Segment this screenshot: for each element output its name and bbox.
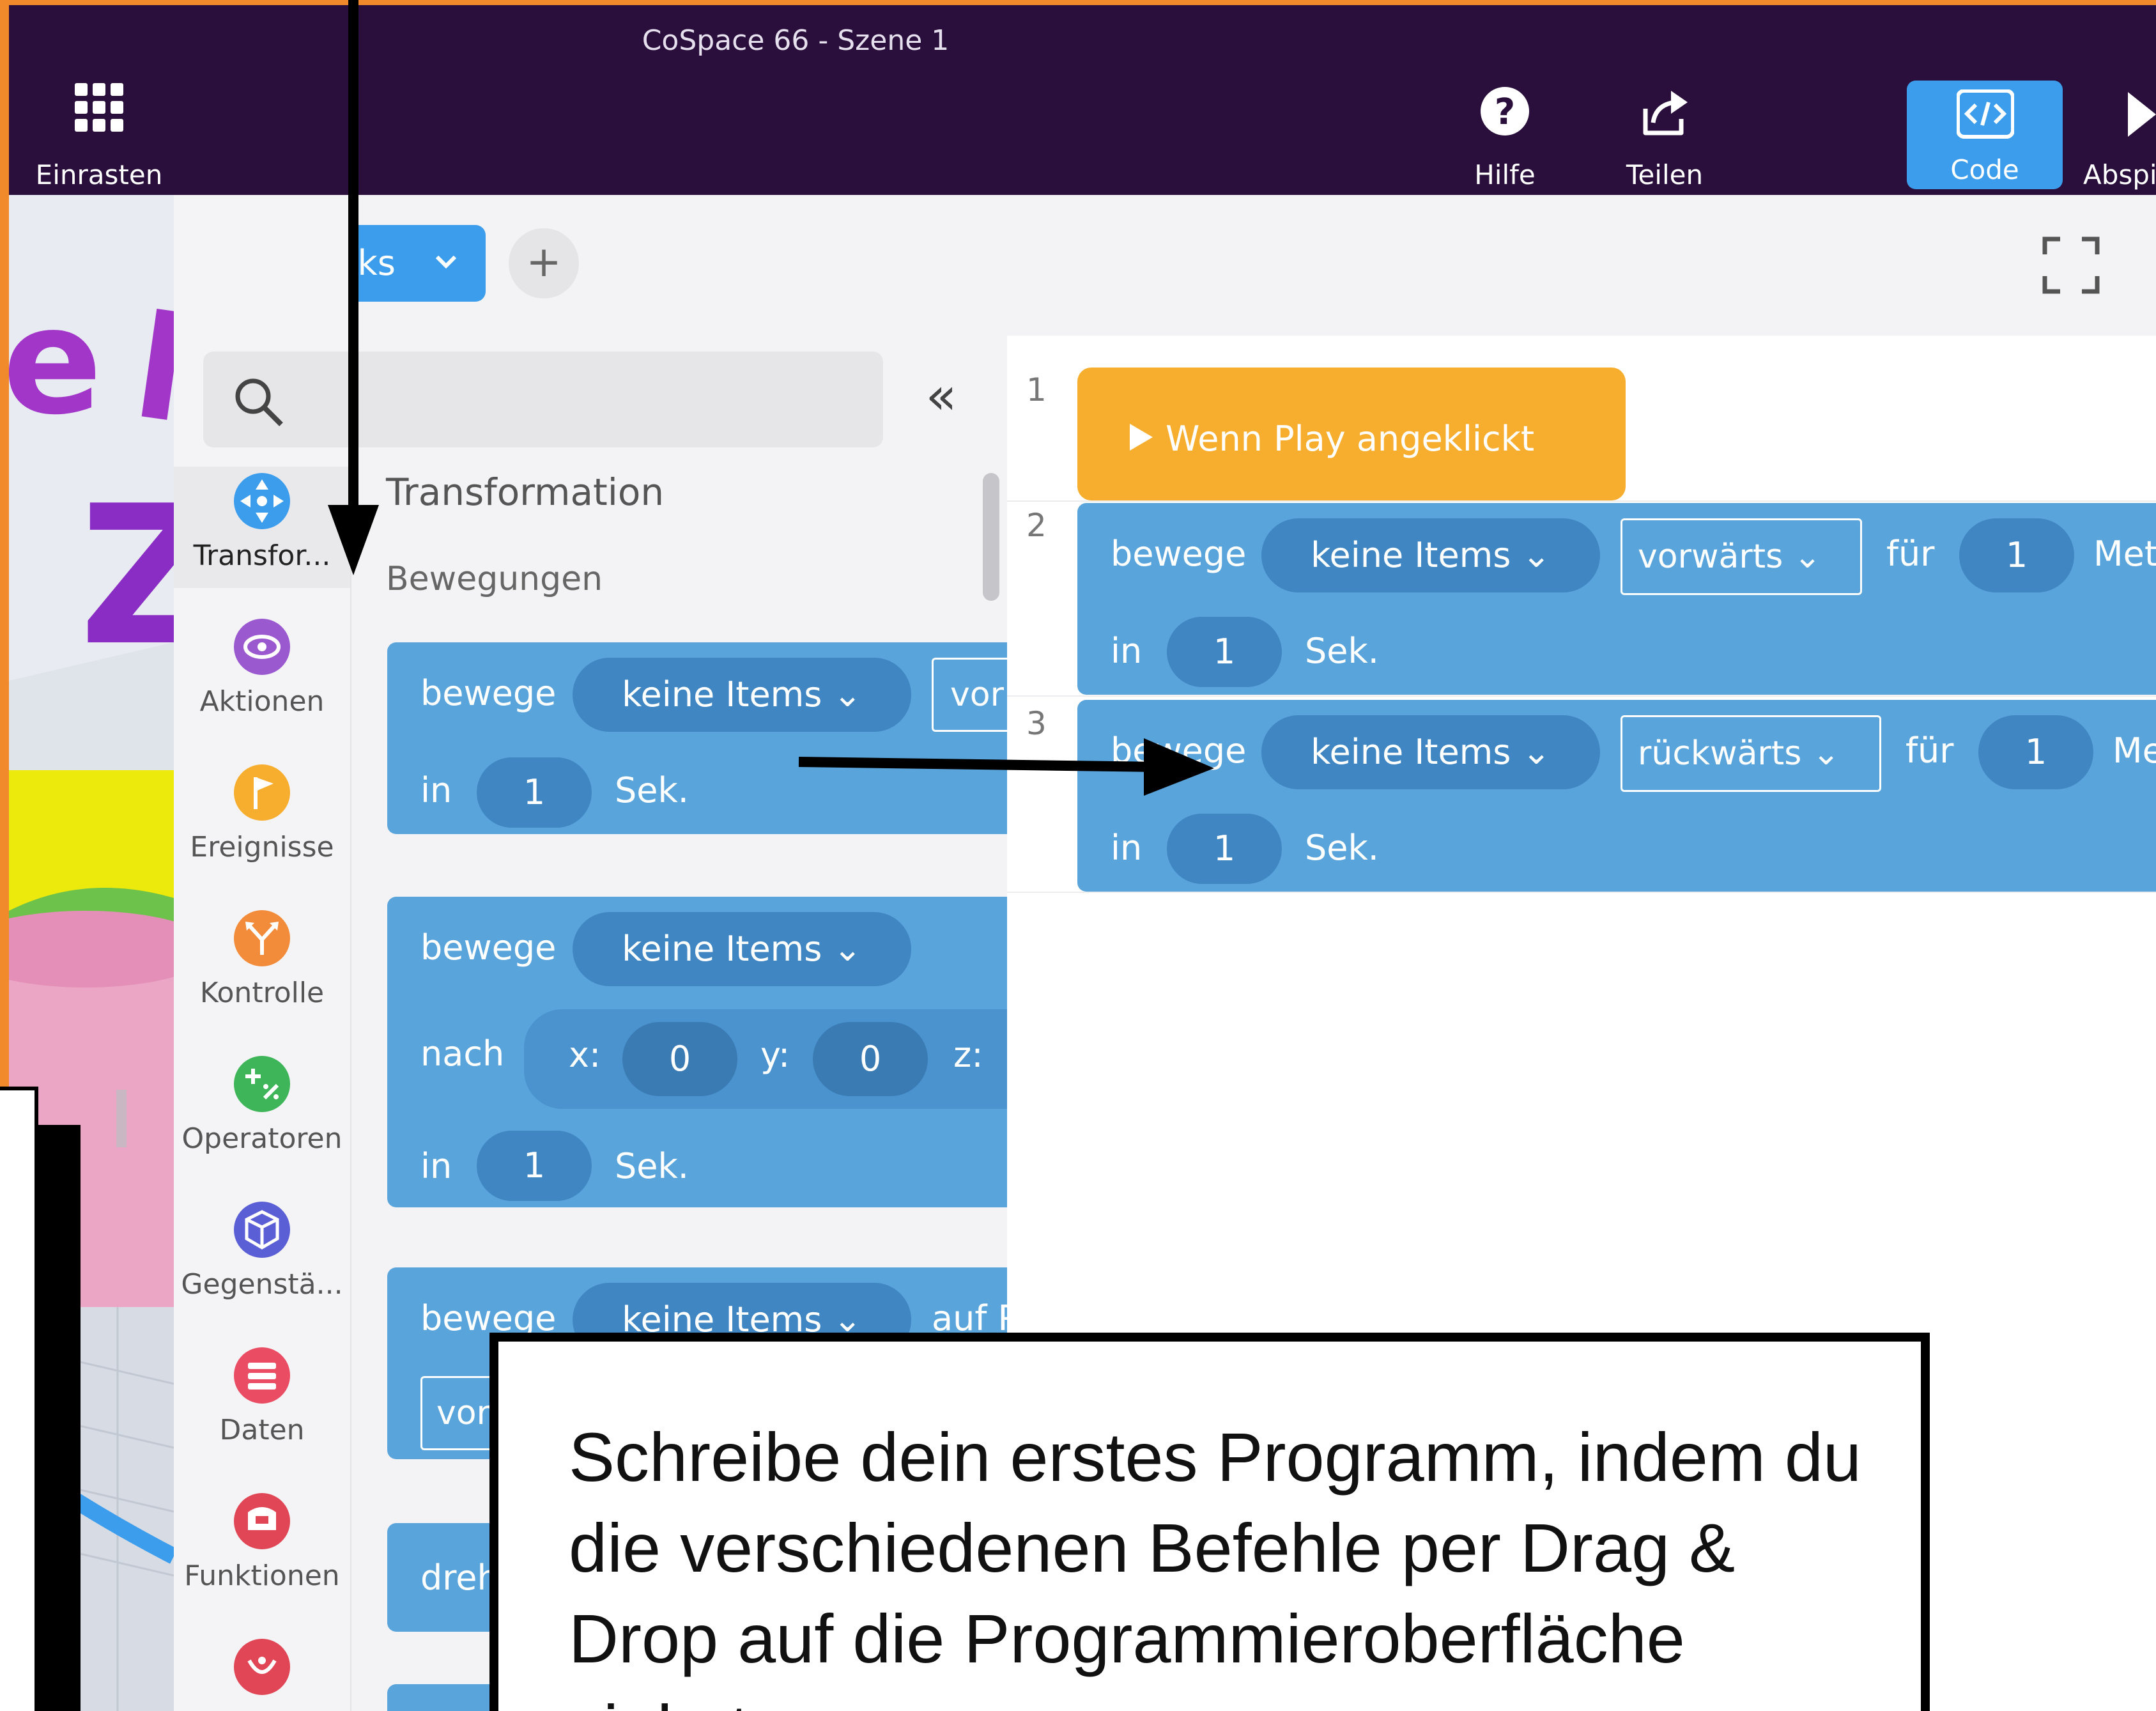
instruction-callout: Schreibe dein erstes Programm, indem du …	[489, 1333, 1930, 1711]
arrow-down-head	[328, 505, 379, 575]
annotation-shadow	[38, 1125, 81, 1711]
instruction-text: Schreibe dein erstes Programm, indem du …	[569, 1418, 1861, 1711]
annotation-box-edge	[0, 1087, 38, 1711]
arrow-right-head	[1144, 738, 1214, 796]
screen: e Z CoSpace 66 - Szene 1 Einrasten ? Hil…	[0, 0, 2156, 1711]
arrow-right-line	[798, 757, 1157, 772]
